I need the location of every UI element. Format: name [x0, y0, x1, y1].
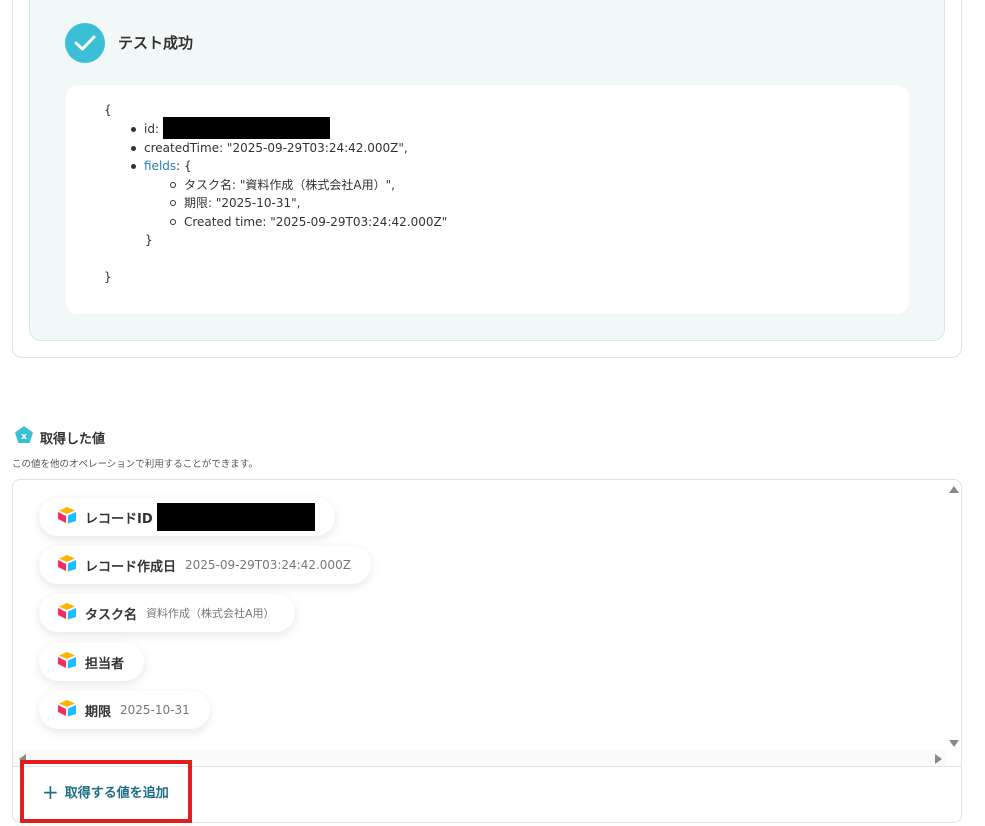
json-field-item: タスク名: "資料作成（株式会社A用）", — [104, 176, 447, 195]
svg-text:x: x — [21, 432, 27, 442]
scroll-right-arrow-icon[interactable] — [935, 754, 942, 764]
json-id-key: id: — [144, 121, 159, 136]
json-field-item: 期限: "2025-10-31", — [104, 194, 447, 213]
value-chip-record-id[interactable]: レコードID — [39, 498, 335, 536]
chip-value: 資料作成（株式会社A用） — [146, 607, 275, 620]
json-field-item: Created time: "2025-09-29T03:24:42.000Z" — [104, 213, 447, 232]
value-chip-due-date[interactable]: 期限 2025-10-31 — [39, 691, 210, 729]
json-close-brace: } — [104, 269, 112, 284]
chip-label: レコード作成日 — [85, 559, 177, 575]
chip-label: 期限 — [85, 704, 112, 720]
json-output: { id: createdTime: "2025-09-29T03:24:42.… — [104, 101, 447, 286]
test-success-panel: テスト成功 { id: createdTime: "2025-09-29T03:… — [29, 0, 945, 341]
value-chip-created-date[interactable]: レコード作成日 2025-09-29T03:24:42.000Z — [39, 546, 371, 584]
airtable-icon — [57, 602, 77, 624]
chip-label: レコードID — [85, 511, 153, 527]
variable-pentagon-icon: x — [14, 425, 34, 449]
test-success-title: テスト成功 — [118, 34, 194, 52]
chip-value: 2025-09-29T03:24:42.000Z — [185, 558, 351, 572]
json-fields-line: fields: { — [104, 157, 447, 176]
json-created-time-line: createdTime: "2025-09-29T03:24:42.000Z", — [104, 139, 447, 158]
check-icon — [65, 23, 105, 63]
json-output-box: { id: createdTime: "2025-09-29T03:24:42.… — [66, 85, 909, 314]
value-chip-task-name[interactable]: タスク名 資料作成（株式会社A用） — [39, 594, 295, 632]
value-chip-assignee[interactable]: 担当者 — [39, 643, 145, 681]
acquired-values-title: 取得した値 — [40, 431, 106, 447]
add-button-label: 取得する値を追加 — [64, 786, 169, 801]
airtable-icon — [57, 651, 77, 673]
acquired-values-description: この値を他のオペレーションで利用することができます。 — [12, 459, 258, 470]
chip-label: タスク名 — [85, 607, 138, 623]
json-fields-open: : { — [176, 159, 192, 173]
chip-value: 2025-10-31 — [120, 703, 190, 717]
airtable-icon — [57, 554, 77, 576]
json-fields-close: } — [145, 233, 153, 247]
json-fields-key[interactable]: fields — [144, 159, 176, 173]
scroll-down-arrow-icon[interactable] — [949, 740, 959, 747]
acquired-values-header: x 取得した値 — [14, 425, 105, 449]
redacted-block — [162, 116, 330, 139]
airtable-icon — [57, 699, 77, 721]
scroll-up-arrow-icon[interactable] — [949, 486, 959, 493]
airtable-icon — [57, 506, 77, 528]
json-id-line: id: — [104, 116, 447, 139]
plus-icon: + — [42, 779, 59, 804]
add-acquired-value-button[interactable]: + 取得する値を追加 — [20, 760, 192, 823]
redacted-block — [156, 503, 315, 531]
chip-label: 担当者 — [85, 656, 125, 672]
